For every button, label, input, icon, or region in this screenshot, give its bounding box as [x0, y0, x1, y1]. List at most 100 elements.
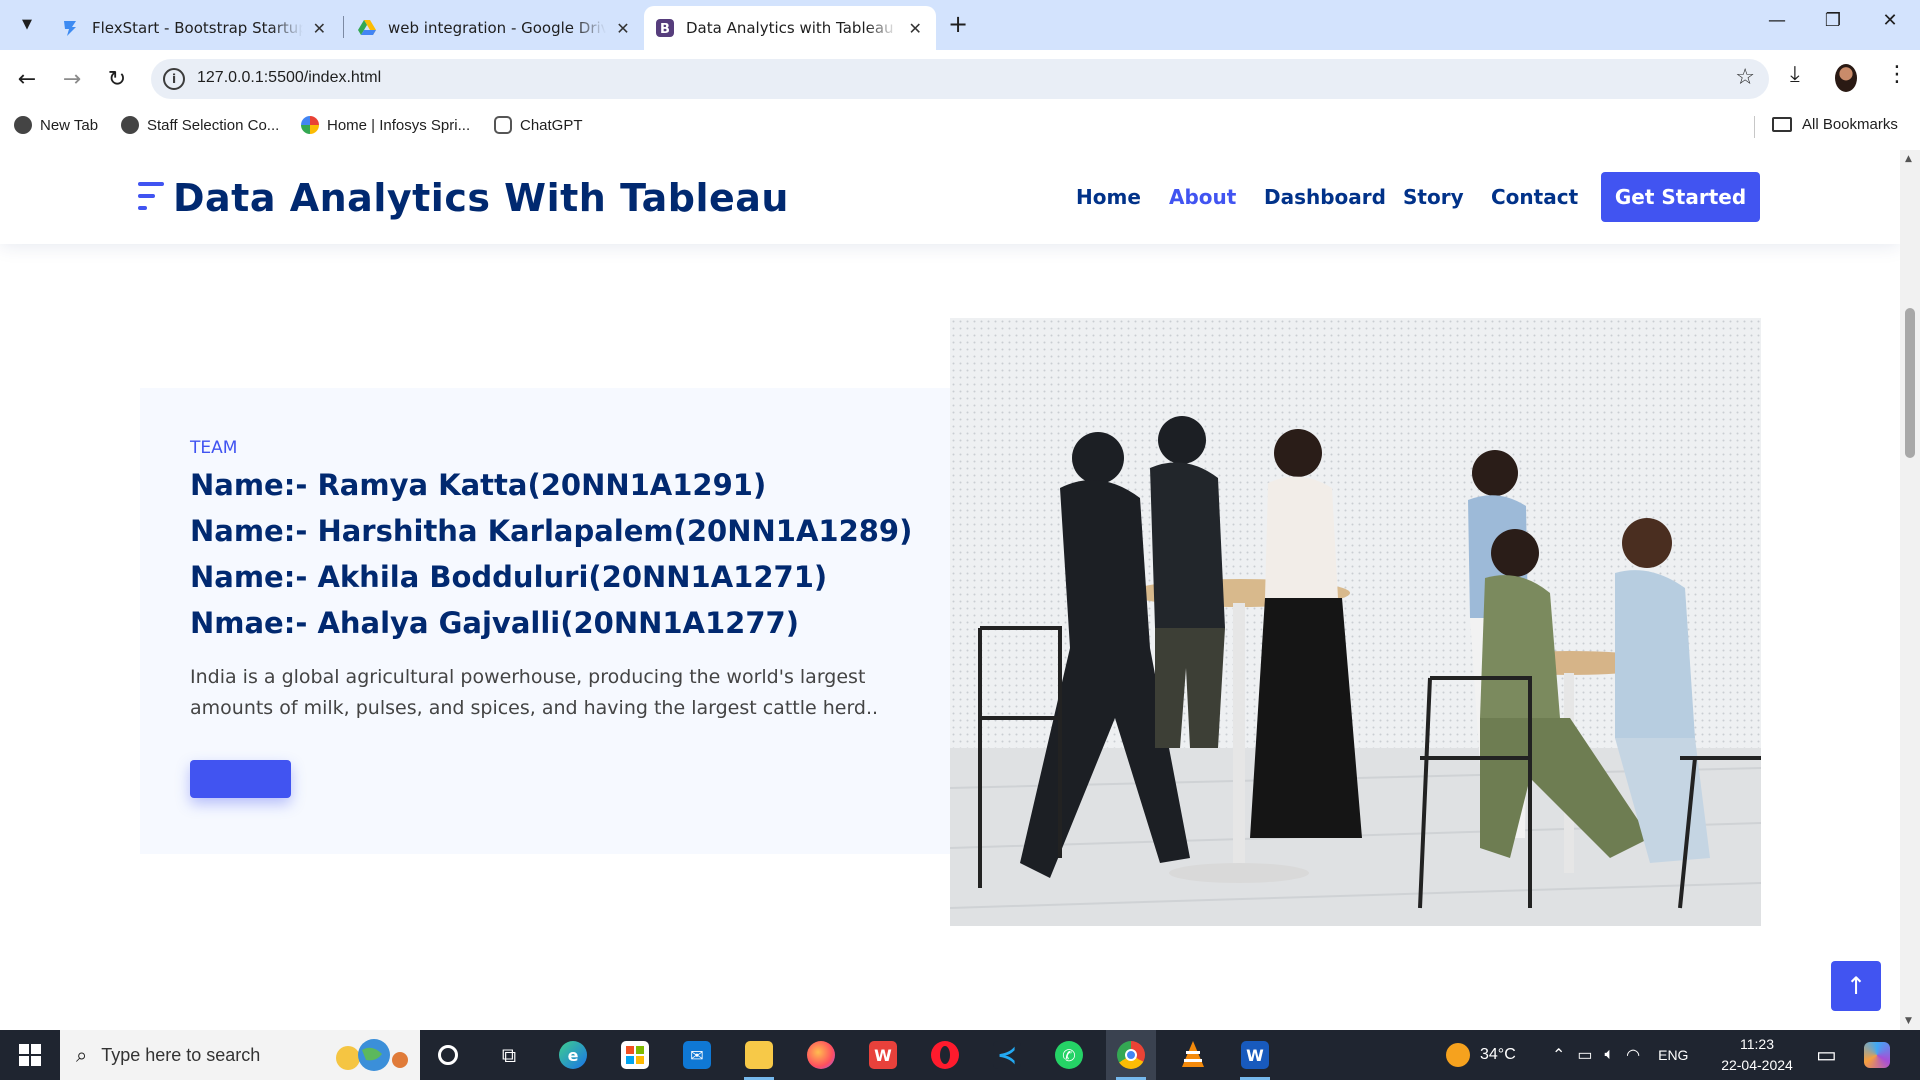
windows-logo-icon — [19, 1044, 41, 1066]
tab-title: FlexStart - Bootstrap Startup Template — [92, 19, 303, 37]
svg-text:B: B — [660, 22, 670, 37]
scroll-thumb[interactable] — [1905, 308, 1915, 458]
edge-icon[interactable]: e — [548, 1030, 598, 1080]
weather-widget[interactable]: 34°C — [1446, 1030, 1516, 1080]
scroll-down-icon[interactable]: ▼ — [1905, 1016, 1912, 1026]
bookmark-infosys[interactable]: Home | Infosys Spri... — [301, 116, 470, 134]
system-tray: ⌃ ▭ 🔈︎ ◠ ENG — [1552, 1030, 1688, 1080]
bookmark-star-icon[interactable]: ☆ — [1735, 65, 1755, 90]
chatgpt-icon — [494, 116, 512, 134]
nav-story[interactable]: Story — [1403, 185, 1464, 209]
site-logo-text[interactable]: Data Analytics With Tableau — [173, 176, 789, 220]
tab-google-drive[interactable]: web integration - Google Drive ✕ — [346, 6, 644, 50]
volume-icon[interactable]: 🔈︎ — [1605, 1046, 1615, 1064]
close-window-icon[interactable]: ✕ — [1875, 10, 1905, 31]
bookmark-label: Staff Selection Co... — [147, 116, 280, 134]
bookmark-chatgpt[interactable]: ChatGPT — [494, 116, 583, 134]
restore-icon[interactable]: ❐ — [1818, 10, 1848, 31]
word-icon[interactable]: W — [1230, 1030, 1280, 1080]
tab-separator — [343, 16, 344, 38]
site-header: Data Analytics With Tableau Home About D… — [0, 150, 1900, 244]
folder-icon — [1772, 117, 1792, 132]
logo-icon[interactable] — [138, 180, 164, 214]
close-icon[interactable]: ✕ — [906, 19, 924, 38]
scroll-up-icon[interactable]: ▲ — [1905, 154, 1912, 164]
chevron-down-icon: ▼ — [22, 16, 32, 32]
team-member-3: Name:- Akhila Bodduluri(20NN1A1271) — [190, 560, 828, 594]
profile-avatar[interactable] — [1835, 64, 1857, 92]
tab-data-analytics[interactable]: B Data Analytics with Tableau - Index ✕ — [644, 6, 936, 50]
download-icon[interactable]: ⤓ — [1790, 62, 1800, 87]
tab-flexstart[interactable]: FlexStart - Bootstrap Startup Template ✕ — [50, 6, 340, 50]
nav-dashboard[interactable]: Dashboard — [1264, 185, 1386, 209]
wps-office-icon[interactable]: W — [858, 1030, 908, 1080]
url-text[interactable]: 127.0.0.1:5500/index.html — [197, 69, 381, 87]
store-icon[interactable] — [610, 1030, 660, 1080]
search-placeholder: Type here to search — [101, 1044, 261, 1065]
close-icon[interactable]: ✕ — [311, 19, 328, 38]
back-icon[interactable]: ← — [10, 62, 44, 96]
about-team-section: TEAM Name:- Ramya Katta(20NN1A1291) Name… — [140, 388, 950, 854]
read-more-button[interactable] — [190, 760, 291, 798]
page-scrollbar[interactable]: ▲ ▼ — [1900, 150, 1920, 1030]
chevron-up-icon[interactable]: ⌃ — [1552, 1045, 1565, 1065]
bookmark-label: Home | Infosys Spri... — [327, 116, 471, 134]
taskbar-clock[interactable]: 11:23 22-04-2024 — [1712, 1034, 1802, 1076]
clock-date: 22-04-2024 — [1721, 1057, 1793, 1073]
notifications-icon[interactable]: ▭ — [1816, 1030, 1837, 1080]
nav-home[interactable]: Home — [1076, 185, 1141, 209]
team-member-1: Name:- Ramya Katta(20NN1A1291) — [190, 468, 767, 502]
site-info-icon[interactable]: i — [163, 68, 185, 90]
team-member-4: Nmae:- Ahalya Gajvalli(20NN1A1277) — [190, 606, 799, 640]
windows-taskbar: ⌕ Type here to search ⧉ e ✉ W ≺ ✆ W 34°C… — [0, 1030, 1920, 1080]
clock-time: 11:23 — [1740, 1036, 1774, 1052]
minimize-icon[interactable]: — — [1762, 10, 1792, 31]
all-bookmarks-button[interactable]: All Bookmarks — [1772, 116, 1898, 133]
opera-icon[interactable] — [920, 1030, 970, 1080]
new-tab-button[interactable]: + — [948, 10, 968, 38]
chrome-icon[interactable] — [1106, 1030, 1156, 1080]
globe-icon — [14, 116, 32, 134]
google-drive-icon — [358, 19, 376, 37]
tab-search-button[interactable]: ▼ — [12, 9, 42, 39]
battery-icon[interactable]: ▭ — [1577, 1045, 1592, 1065]
copilot-icon[interactable] — [1864, 1030, 1890, 1080]
firefox-icon[interactable] — [796, 1030, 846, 1080]
tab-title: Data Analytics with Tableau - Index — [686, 19, 898, 37]
search-highlight-icon — [336, 1039, 408, 1071]
flexstart-favicon-icon — [62, 19, 80, 37]
mail-icon[interactable]: ✉ — [672, 1030, 722, 1080]
file-explorer-icon[interactable] — [734, 1030, 784, 1080]
close-icon[interactable]: ✕ — [614, 19, 632, 38]
cortana-icon[interactable] — [423, 1030, 473, 1080]
reload-icon[interactable]: ↻ — [100, 62, 134, 96]
bookmark-label: New Tab — [40, 116, 99, 134]
wifi-icon[interactable]: ◠ — [1626, 1045, 1640, 1065]
team-photo — [950, 318, 1761, 926]
search-icon: ⌕ — [76, 1043, 88, 1067]
tab-title: web integration - Google Drive — [388, 19, 606, 37]
start-button[interactable] — [0, 1030, 60, 1080]
bookmarks-separator — [1754, 116, 1755, 138]
address-bar[interactable]: i 127.0.0.1:5500/index.html ☆ — [151, 59, 1769, 99]
language-indicator[interactable]: ENG — [1658, 1047, 1688, 1063]
browser-tabstrip: ▼ FlexStart - Bootstrap Startup Template… — [0, 0, 1920, 50]
weather-temp: 34°C — [1480, 1046, 1516, 1063]
taskbar-search[interactable]: ⌕ Type here to search — [60, 1030, 420, 1080]
get-started-button[interactable]: Get Started — [1601, 172, 1760, 222]
forward-icon[interactable]: → — [55, 62, 89, 96]
back-to-top-button[interactable]: ↑ — [1831, 961, 1881, 1011]
vlc-icon[interactable] — [1168, 1030, 1218, 1080]
nav-about[interactable]: About — [1169, 185, 1236, 209]
bookmark-staff-selection[interactable]: Staff Selection Co... — [121, 116, 279, 134]
arrow-up-icon: ↑ — [1845, 972, 1867, 1000]
task-view-icon[interactable]: ⧉ — [484, 1030, 534, 1080]
bookmark-new-tab[interactable]: New Tab — [14, 116, 98, 134]
nav-contact[interactable]: Contact — [1491, 185, 1578, 209]
bootstrap-favicon-icon: B — [656, 19, 674, 37]
vscode-icon[interactable]: ≺ — [982, 1030, 1032, 1080]
menu-kebab-icon[interactable]: ⋮ — [1886, 62, 1908, 87]
page-viewport: Data Analytics With Tableau Home About D… — [0, 150, 1920, 1030]
infosys-icon — [301, 116, 319, 134]
whatsapp-icon[interactable]: ✆ — [1044, 1030, 1094, 1080]
